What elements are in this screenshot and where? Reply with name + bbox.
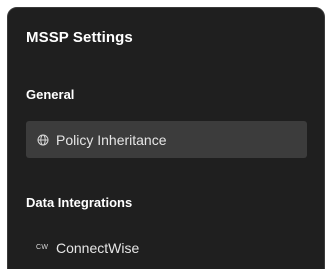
settings-panel: MSSP Settings General Policy Inheritance… xyxy=(7,7,325,269)
section-heading-general: General xyxy=(26,87,75,102)
nav-item-label: ConnectWise xyxy=(56,239,140,256)
nav-item-connectwise[interactable]: CW ConnectWise xyxy=(26,229,307,266)
section-heading-data-integrations: Data Integrations xyxy=(26,195,133,210)
connectwise-icon: CW xyxy=(36,244,49,251)
panel-title: MSSP Settings xyxy=(26,29,133,46)
nav-item-policy-inheritance[interactable]: Policy Inheritance xyxy=(26,121,307,158)
globe-icon xyxy=(36,133,50,147)
nav-item-label: Policy Inheritance xyxy=(56,131,167,148)
